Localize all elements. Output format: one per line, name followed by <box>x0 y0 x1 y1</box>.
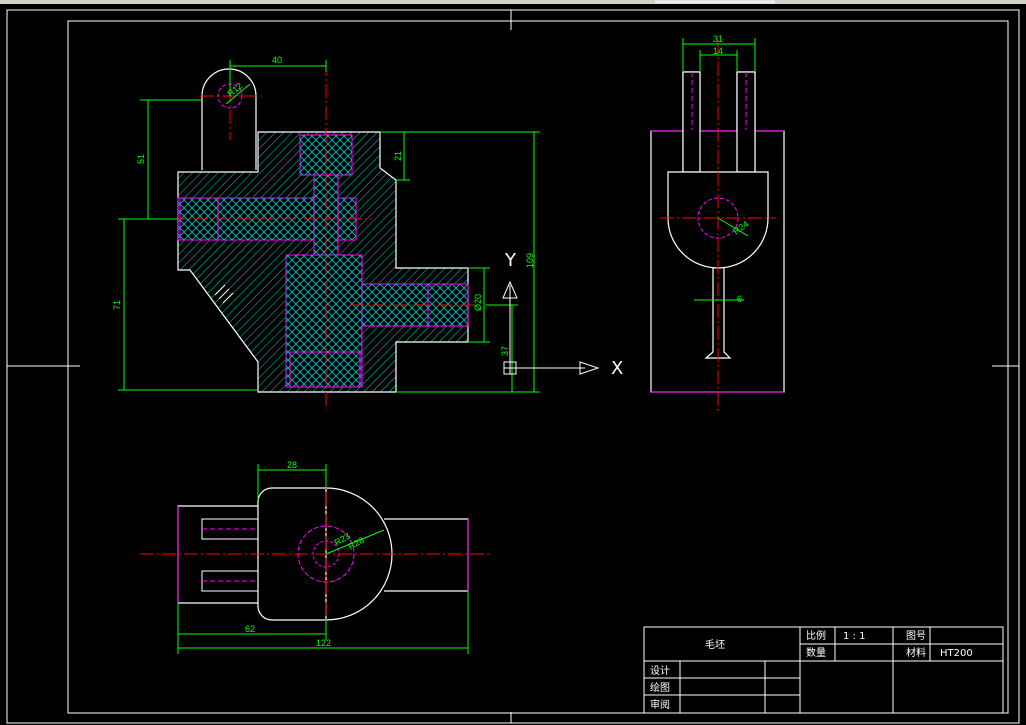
drafting-label: 绘图 <box>650 681 670 694</box>
quantity-label: 数量 <box>806 646 826 659</box>
top-view: 28 R23 R28 62 122 <box>140 460 492 654</box>
outer-border <box>6 9 1020 724</box>
side-view: 31 14 R24 6 <box>650 34 785 414</box>
toolbar-strip <box>0 0 1026 4</box>
dim-21: 21 <box>393 151 403 161</box>
dim-122: 122 <box>316 638 331 648</box>
top-right-arm <box>384 518 469 592</box>
dim-6: 6 <box>737 294 742 304</box>
dim-40: 40 <box>272 55 282 65</box>
front-view: 40 51 21 71 109 Ø20 37 R12 <box>112 55 540 410</box>
dim-71: 71 <box>112 300 122 310</box>
centering-marks <box>7 10 1019 723</box>
ucs-y-label: Y <box>504 250 517 271</box>
scale-value: 1 : 1 <box>843 631 865 642</box>
ucs-icon <box>502 280 600 375</box>
dim-37: 37 <box>500 346 510 356</box>
dim-20: Ø20 <box>473 294 483 311</box>
dim-14: 14 <box>713 46 723 56</box>
design-label: 设计 <box>650 664 670 677</box>
top-centerlines <box>140 470 492 640</box>
dim-28: 28 <box>287 460 297 470</box>
part-name: 毛坯 <box>705 639 725 651</box>
ucs-x-label: X <box>611 358 623 379</box>
dim-51: 51 <box>136 154 146 164</box>
inner-border <box>67 20 1009 714</box>
drawing-no-label: 图号 <box>906 630 926 642</box>
top-dimension-lines <box>177 464 469 654</box>
dim-109: 109 <box>525 253 535 268</box>
dim-62: 62 <box>245 624 255 634</box>
drawing-sheet: 40 51 21 71 109 Ø20 37 R12 Y X 31 14 R24… <box>0 0 1026 724</box>
dim-31: 31 <box>713 34 723 44</box>
material-label: 材料 <box>906 646 926 659</box>
review-label: 审阅 <box>650 698 670 711</box>
material-value: HT200 <box>940 648 973 659</box>
scale-label: 比例 <box>806 629 826 642</box>
